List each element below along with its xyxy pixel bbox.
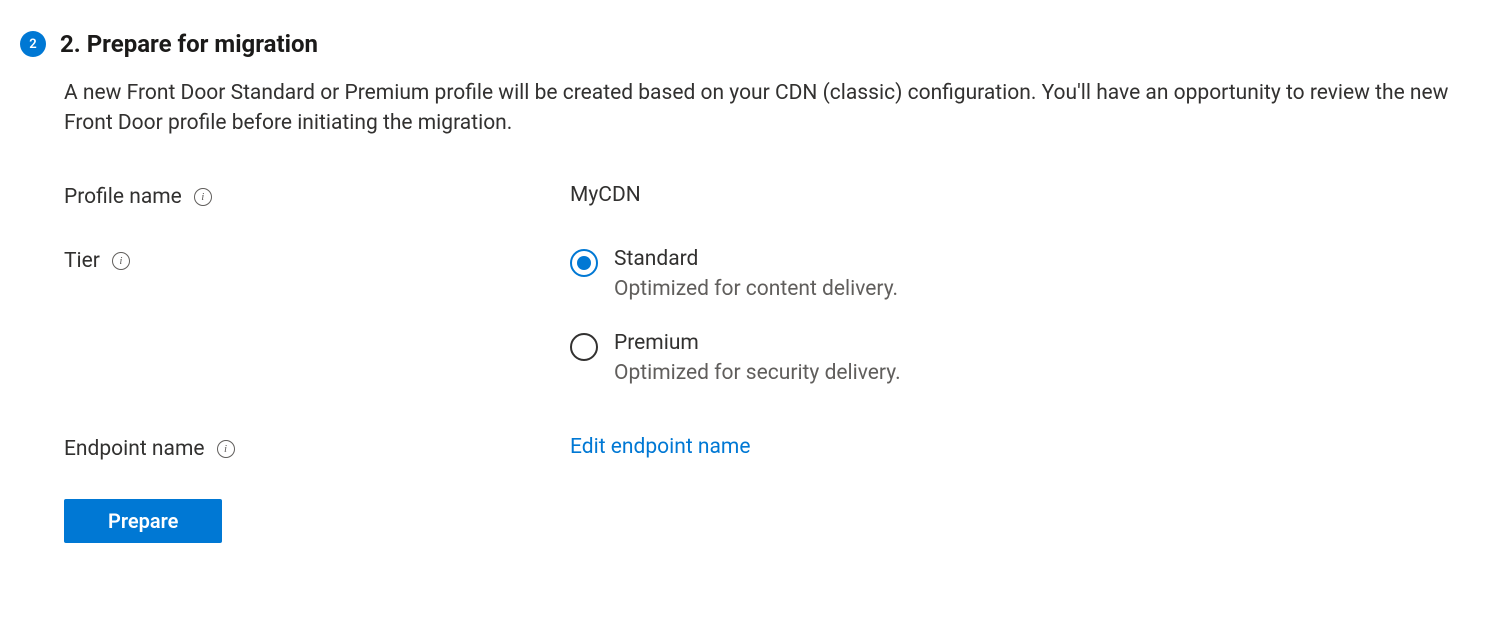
tier-radio-group: Standard Optimized for content delivery.… (570, 247, 1486, 385)
profile-name-value-col: MyCDN (570, 183, 1486, 207)
tier-option-label: Premium (614, 331, 901, 355)
profile-name-label: Profile name (64, 185, 182, 209)
tier-option-standard[interactable]: Standard Optimized for content delivery. (570, 247, 1486, 301)
step-header: 2 2. Prepare for migration (20, 30, 1486, 58)
tier-label-col: Tier i (64, 247, 570, 273)
radio-circle-icon (570, 249, 598, 277)
edit-endpoint-name-link[interactable]: Edit endpoint name (570, 435, 750, 459)
info-icon[interactable]: i (217, 440, 235, 458)
radio-text: Standard Optimized for content delivery. (614, 247, 898, 301)
endpoint-name-row: Endpoint name i Edit endpoint name (64, 435, 1486, 461)
tier-label: Tier (64, 249, 100, 273)
step-description: A new Front Door Standard or Premium pro… (64, 78, 1464, 139)
form-section: Profile name i MyCDN Tier i Standard Opt… (64, 183, 1486, 461)
tier-row: Tier i Standard Optimized for content de… (64, 247, 1486, 385)
step-title: 2. Prepare for migration (60, 30, 318, 58)
profile-name-label-col: Profile name i (64, 183, 570, 209)
endpoint-name-value-col: Edit endpoint name (570, 435, 1486, 459)
endpoint-name-label: Endpoint name (64, 437, 205, 461)
radio-circle-icon (570, 333, 598, 361)
step-number-badge: 2 (20, 31, 46, 57)
endpoint-name-label-col: Endpoint name i (64, 435, 570, 461)
button-row: Prepare (64, 499, 1486, 543)
tier-option-description: Optimized for content delivery. (614, 277, 898, 301)
prepare-button[interactable]: Prepare (64, 499, 222, 543)
info-icon[interactable]: i (194, 188, 212, 206)
profile-name-value: MyCDN (570, 183, 641, 207)
tier-value-col: Standard Optimized for content delivery.… (570, 247, 1486, 385)
info-icon[interactable]: i (112, 252, 130, 270)
profile-name-row: Profile name i MyCDN (64, 183, 1486, 209)
radio-dot-icon (577, 256, 591, 270)
radio-text: Premium Optimized for security delivery. (614, 331, 901, 385)
tier-option-label: Standard (614, 247, 898, 271)
tier-option-description: Optimized for security delivery. (614, 361, 901, 385)
tier-option-premium[interactable]: Premium Optimized for security delivery. (570, 331, 1486, 385)
